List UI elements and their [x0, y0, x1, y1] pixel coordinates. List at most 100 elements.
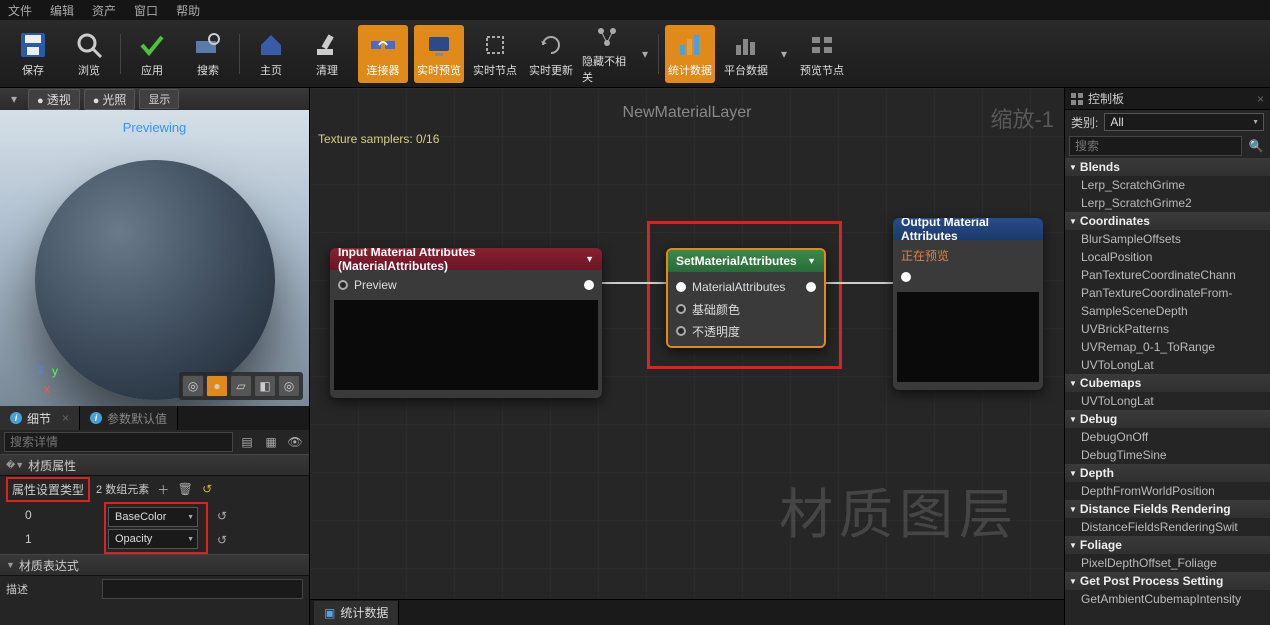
save-button[interactable]: 保存	[8, 25, 58, 83]
palette-item[interactable]: Lerp_ScratchGrime2	[1065, 194, 1270, 212]
palette-list[interactable]: ▼BlendsLerp_ScratchGrimeLerp_ScratchGrim…	[1065, 158, 1270, 625]
connector-button[interactable]: 连接器	[358, 25, 408, 83]
shape-cube[interactable]: ◧	[254, 375, 276, 397]
palette-item[interactable]: DebugOnOff	[1065, 428, 1270, 446]
add-icon[interactable]: ＋	[155, 481, 171, 497]
details-tabs: i细节× i参数默认值	[0, 406, 309, 430]
palette-item[interactable]: UVRemap_0-1_ToRange	[1065, 338, 1270, 356]
palette-item[interactable]: DepthFromWorldPosition	[1065, 482, 1270, 500]
info-icon: i	[90, 412, 102, 424]
toolbar-dropdown-1[interactable]: ▾	[638, 44, 652, 64]
hide-unrelated-button[interactable]: 隐藏不相关	[582, 25, 632, 83]
tab-details[interactable]: i细节×	[0, 406, 80, 430]
tab-param-defaults[interactable]: i参数默认值	[80, 406, 178, 430]
platform-button[interactable]: 平台数据	[721, 25, 771, 83]
home-button[interactable]: 主页	[246, 25, 296, 83]
desc-input[interactable]	[102, 579, 303, 599]
delete-icon[interactable]: 🗑	[177, 481, 193, 497]
bottom-tabs: ▣统计数据	[310, 599, 1064, 625]
shape-cylinder[interactable]: ◎	[182, 375, 204, 397]
palette-item[interactable]: PanTextureCoordinateChann	[1065, 266, 1270, 284]
section-material-expr[interactable]: ▼材质表达式	[0, 554, 309, 576]
menu-window[interactable]: 窗口	[134, 2, 158, 19]
attr-setting-type-label: 属性设置类型	[6, 477, 90, 502]
texture-samplers-label: Texture samplers: 0/16	[318, 132, 439, 146]
reset-icon[interactable]: ↺	[214, 532, 230, 548]
palette-item[interactable]: PanTextureCoordinateFrom-	[1065, 284, 1270, 302]
palette-group[interactable]: ▼Depth	[1065, 464, 1270, 482]
palette-search-input[interactable]	[1069, 136, 1242, 156]
node-output-material-attributes[interactable]: Output Material Attributes 正在预览	[893, 218, 1043, 390]
category-label: 类别:	[1071, 114, 1098, 131]
palette-item[interactable]: Lerp_ScratchGrime	[1065, 176, 1270, 194]
array-count: 2 数组元素	[96, 481, 149, 497]
palette-item[interactable]: BlurSampleOffsets	[1065, 230, 1270, 248]
category-select[interactable]: All	[1104, 113, 1264, 131]
perspective-button[interactable]: ● 透视	[28, 89, 80, 110]
toolbar-dropdown-2[interactable]: ▾	[777, 44, 791, 64]
shape-mesh[interactable]: ◎	[278, 375, 300, 397]
palette-group[interactable]: ▼Coordinates	[1065, 212, 1270, 230]
close-icon[interactable]: ×	[62, 411, 69, 425]
shape-plane[interactable]: ▱	[230, 375, 252, 397]
palette-group[interactable]: ▼Cubemaps	[1065, 374, 1270, 392]
previewing-label: Previewing	[0, 120, 309, 135]
palette-group[interactable]: ▼Distance Fields Rendering	[1065, 500, 1270, 518]
palette-icon	[1071, 93, 1083, 105]
search-icon[interactable]: 🔍	[1246, 136, 1266, 156]
palette-item[interactable]: GetAmbientCubemapIntensity	[1065, 590, 1270, 608]
browse-button[interactable]: 浏览	[64, 25, 114, 83]
palette-group[interactable]: ▼Foliage	[1065, 536, 1270, 554]
desc-label: 描述	[6, 581, 96, 597]
live-preview-button[interactable]: 实时预览	[414, 25, 464, 83]
apply-button[interactable]: 应用	[127, 25, 177, 83]
preview-node-button[interactable]: 预览节点	[797, 25, 847, 83]
tab-stats[interactable]: ▣统计数据	[314, 601, 399, 625]
graph-title: NewMaterialLayer	[310, 104, 1064, 122]
material-graph[interactable]: NewMaterialLayer Texture samplers: 0/16 …	[310, 88, 1064, 599]
zoom-label: 缩放-1	[990, 102, 1054, 134]
node-input-material-attributes[interactable]: Input Material Attributes (MaterialAttri…	[330, 248, 602, 398]
menu-help[interactable]: 帮助	[176, 2, 200, 19]
palette-item[interactable]: UVToLongLat	[1065, 392, 1270, 410]
reset-icon[interactable]: ↺	[199, 481, 215, 497]
live-node-button[interactable]: 实时节点	[470, 25, 520, 83]
viewport-toolbar: ▾ ● 透视 ● 光照 显示	[0, 88, 309, 110]
grid-view-icon[interactable]: ▦	[261, 432, 281, 452]
viewport-menu-icon[interactable]: ▾	[4, 89, 24, 109]
section-material-props[interactable]: �▼材质属性	[0, 454, 309, 476]
lighting-button[interactable]: ● 光照	[84, 89, 136, 110]
palette-item[interactable]: SampleSceneDepth	[1065, 302, 1270, 320]
palette-group[interactable]: ▼Debug	[1065, 410, 1270, 428]
palette-header: 控制板 ×	[1065, 88, 1270, 110]
menu-file[interactable]: 文件	[8, 2, 32, 19]
close-icon[interactable]: ×	[1257, 92, 1264, 106]
clean-button[interactable]: 清理	[302, 25, 352, 83]
eye-icon[interactable]: 👁	[285, 432, 305, 452]
palette-item[interactable]: UVToLongLat	[1065, 356, 1270, 374]
shape-sphere[interactable]: ●	[206, 375, 228, 397]
node-set-material-attributes[interactable]: SetMaterialAttributes▼ MaterialAttribute…	[666, 248, 826, 348]
preview-shape-buttons: ◎ ● ▱ ◧ ◎	[179, 372, 303, 400]
menu-edit[interactable]: 编辑	[50, 2, 74, 19]
toolbar: 保存 浏览 应用 搜索 主页 清理 连接器 实时预览 实时节点 实时更新 隐藏不…	[0, 20, 1270, 88]
palette-item[interactable]: DistanceFieldsRenderingSwit	[1065, 518, 1270, 536]
palette-item[interactable]: UVBrickPatterns	[1065, 320, 1270, 338]
filter-icon[interactable]: ▤	[237, 432, 257, 452]
palette-group[interactable]: ▼Get Post Process Setting	[1065, 572, 1270, 590]
menu-asset[interactable]: 资产	[92, 2, 116, 19]
palette-group[interactable]: ▼Blends	[1065, 158, 1270, 176]
search-button[interactable]: 搜索	[183, 25, 233, 83]
menu-bar: 文件 编辑 资产 窗口 帮助	[0, 0, 1270, 20]
stats-button[interactable]: 统计数据	[665, 25, 715, 83]
palette-item[interactable]: LocalPosition	[1065, 248, 1270, 266]
reset-icon[interactable]: ↺	[214, 508, 230, 524]
info-icon: i	[10, 412, 22, 424]
palette-item[interactable]: DebugTimeSine	[1065, 446, 1270, 464]
palette-item[interactable]: PixelDepthOffset_Foliage	[1065, 554, 1270, 572]
preview-viewport[interactable]: Previewing z y x ◎ ● ▱ ◧ ◎	[0, 110, 309, 406]
live-update-button[interactable]: 实时更新	[526, 25, 576, 83]
preview-sphere	[35, 160, 275, 400]
show-button[interactable]: 显示	[139, 89, 179, 109]
details-search-input[interactable]	[4, 432, 233, 452]
